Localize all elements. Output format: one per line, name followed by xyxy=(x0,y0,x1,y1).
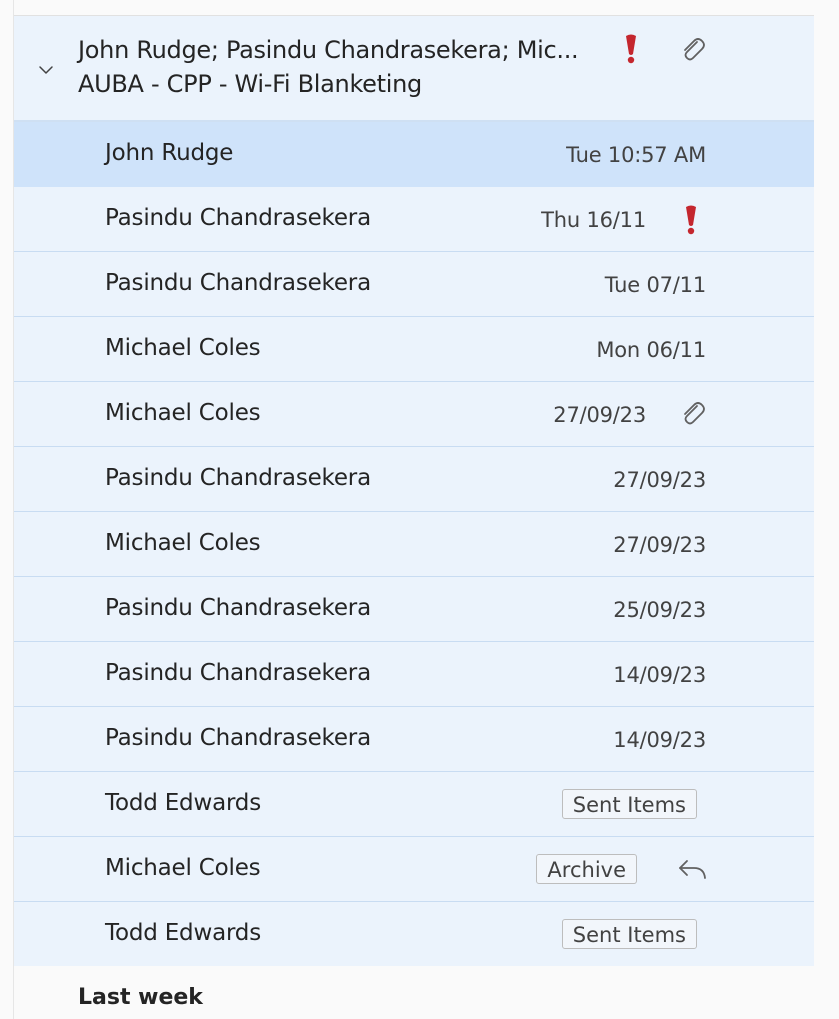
message-sender: Michael Coles xyxy=(105,530,261,556)
message-row[interactable]: John Rudge Tue 10:57 AM xyxy=(14,122,814,187)
folder-badge: Archive xyxy=(536,854,637,884)
message-row[interactable]: Pasindu Chandrasekera Tue 07/11 xyxy=(14,252,814,317)
message-row[interactable]: Michael Coles 27/09/23 xyxy=(14,512,814,577)
message-row[interactable]: Pasindu Chandrasekera 27/09/23 xyxy=(14,447,814,512)
attachment-icon xyxy=(684,38,705,61)
message-row[interactable]: Pasindu Chandrasekera 25/09/23 xyxy=(14,577,814,642)
message-sender: Pasindu Chandrasekera xyxy=(105,660,371,686)
message-sender: Pasindu Chandrasekera xyxy=(105,595,371,621)
message-date: 25/09/23 xyxy=(613,598,706,622)
message-date: 27/09/23 xyxy=(613,468,706,492)
message-row[interactable]: Pasindu Chandrasekera 14/09/23 xyxy=(14,707,814,772)
reply-icon xyxy=(679,860,706,879)
message-date: 14/09/23 xyxy=(613,663,706,687)
folder-badge: Sent Items xyxy=(561,789,697,819)
important-icon xyxy=(626,34,636,64)
conversation-subject: AUBA - CPP - Wi-Fi Blanketing xyxy=(78,70,422,98)
message-sender: Pasindu Chandrasekera xyxy=(105,725,371,751)
message-date: Mon 06/11 xyxy=(596,338,706,362)
conversation-header[interactable]: John Rudge; Pasindu Chandrasekera; Mic..… xyxy=(14,16,814,122)
chevron-down-icon[interactable] xyxy=(36,60,56,80)
folder-badge: Sent Items xyxy=(561,919,697,949)
message-sender: Pasindu Chandrasekera xyxy=(105,270,371,296)
message-row[interactable]: Michael Coles Mon 06/11 xyxy=(14,317,814,382)
message-row[interactable]: Michael Coles Archive xyxy=(14,837,814,902)
attachment-icon xyxy=(684,402,705,425)
message-sender: Michael Coles xyxy=(105,335,261,361)
message-row[interactable]: Pasindu Chandrasekera Thu 16/11 xyxy=(14,187,814,252)
previous-item-edge xyxy=(14,0,814,16)
important-icon xyxy=(686,205,696,235)
message-sender: Michael Coles xyxy=(105,855,261,881)
conversation-participants: John Rudge; Pasindu Chandrasekera; Mic..… xyxy=(78,36,579,64)
message-row[interactable]: Pasindu Chandrasekera 14/09/23 xyxy=(14,642,814,707)
message-date: Tue 10:57 AM xyxy=(566,143,706,167)
message-row[interactable]: Todd Edwards Sent Items xyxy=(14,902,814,966)
message-row[interactable]: Michael Coles 27/09/23 xyxy=(14,382,814,447)
message-row[interactable]: Todd Edwards Sent Items xyxy=(14,772,814,837)
message-date: 27/09/23 xyxy=(613,533,706,557)
message-date: Tue 07/11 xyxy=(604,273,706,297)
message-date: 27/09/23 xyxy=(553,403,646,427)
message-sender: Todd Edwards xyxy=(105,920,261,946)
message-sender: Michael Coles xyxy=(105,400,261,426)
message-date: Thu 16/11 xyxy=(541,208,646,232)
message-list-pane: John Rudge; Pasindu Chandrasekera; Mic..… xyxy=(13,0,814,1019)
group-header-last-week: Last week xyxy=(78,985,203,1010)
message-rows: John Rudge Tue 10:57 AM Pasindu Chandras… xyxy=(14,122,814,966)
message-date: 14/09/23 xyxy=(613,728,706,752)
message-sender: Pasindu Chandrasekera xyxy=(105,205,371,231)
message-sender: John Rudge xyxy=(105,140,234,166)
message-sender: Pasindu Chandrasekera xyxy=(105,465,371,491)
message-sender: Todd Edwards xyxy=(105,790,261,816)
